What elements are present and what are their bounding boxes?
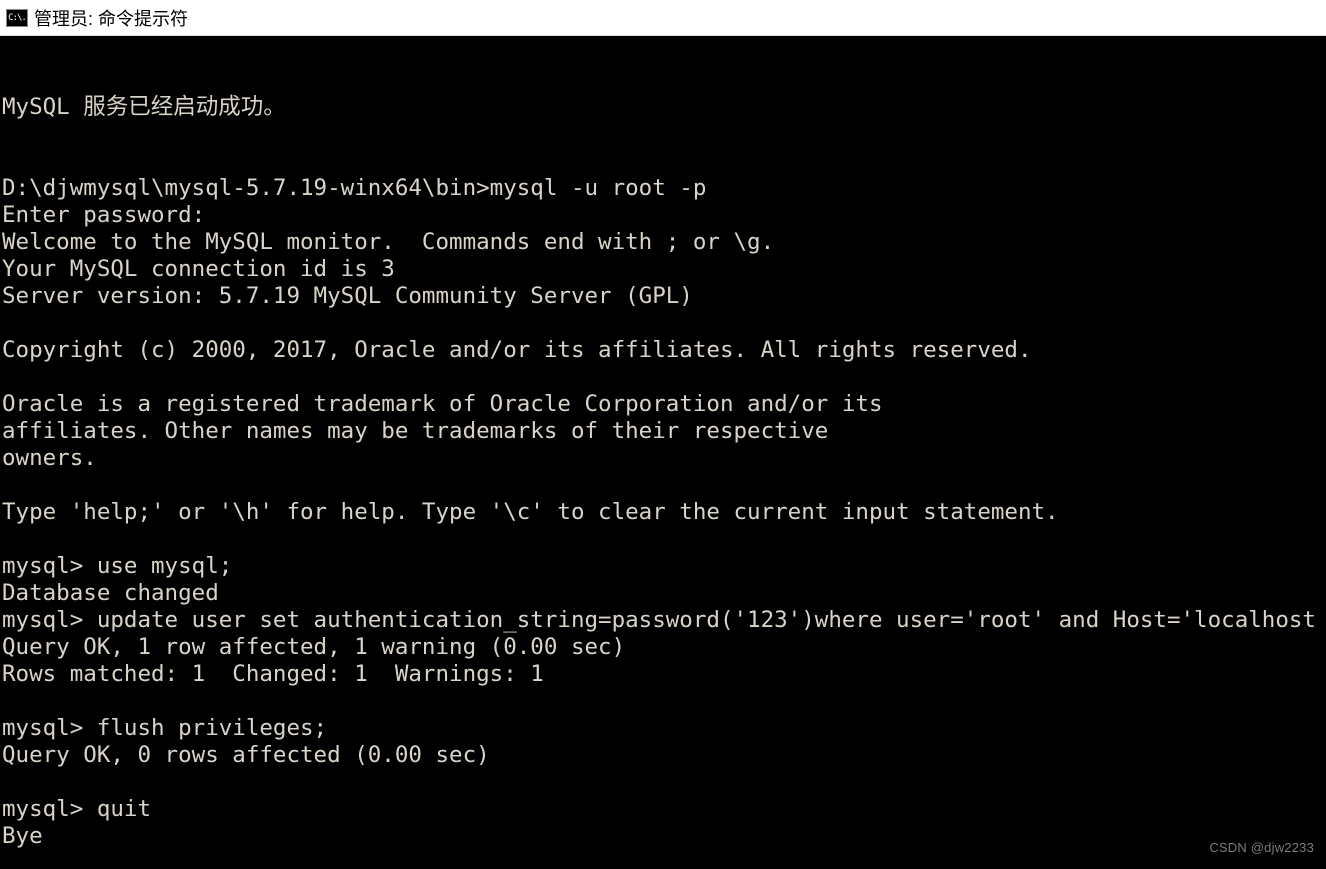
terminal-line: D:\djwmysql\mysql-5.7.19-winx64\bin>mysq…: [2, 175, 1326, 202]
window-title: 管理员: 命令提示符: [34, 5, 188, 31]
terminal-line: Query OK, 1 row affected, 1 warning (0.0…: [2, 634, 1326, 661]
terminal-line: mysql> quit: [2, 796, 1326, 823]
terminal-line: [2, 472, 1326, 499]
terminal-line: Database changed: [2, 580, 1326, 607]
terminal-line: [2, 769, 1326, 796]
terminal-line: Query OK, 0 rows affected (0.00 sec): [2, 742, 1326, 769]
terminal-line: [2, 310, 1326, 337]
terminal-line: Bye: [2, 823, 1326, 850]
terminal-line: Your MySQL connection id is 3: [2, 256, 1326, 283]
terminal-line: Copyright (c) 2000, 2017, Oracle and/or …: [2, 337, 1326, 364]
terminal-line: [2, 850, 1326, 869]
terminal-line: MySQL 服务已经启动成功。: [2, 94, 1326, 121]
watermark-text: CSDN @djw2233: [1209, 834, 1314, 861]
terminal-line: Welcome to the MySQL monitor. Commands e…: [2, 229, 1326, 256]
terminal-line: Enter password:: [2, 202, 1326, 229]
terminal-line: mysql> flush privileges;: [2, 715, 1326, 742]
terminal-area[interactable]: MySQL 服务已经启动成功。 D:\djwmysql\mysql-5.7.19…: [0, 36, 1326, 869]
terminal-line: Rows matched: 1 Changed: 1 Warnings: 1: [2, 661, 1326, 688]
terminal-line: Server version: 5.7.19 MySQL Community S…: [2, 283, 1326, 310]
terminal-line: [2, 526, 1326, 553]
window-titlebar[interactable]: C:\. 管理员: 命令提示符: [0, 0, 1326, 36]
cmd-icon: C:\.: [6, 9, 28, 27]
terminal-line: owners.: [2, 445, 1326, 472]
terminal-line: affiliates. Other names may be trademark…: [2, 418, 1326, 445]
terminal-line: mysql> update user set authentication_st…: [2, 607, 1326, 634]
terminal-line: [2, 688, 1326, 715]
terminal-line: [2, 121, 1326, 148]
terminal-line: mysql> use mysql;: [2, 553, 1326, 580]
terminal-output: MySQL 服务已经启动成功。 D:\djwmysql\mysql-5.7.19…: [2, 94, 1326, 869]
terminal-line: [2, 148, 1326, 175]
terminal-line: Oracle is a registered trademark of Orac…: [2, 391, 1326, 418]
terminal-line: Type 'help;' or '\h' for help. Type '\c'…: [2, 499, 1326, 526]
terminal-line: [2, 364, 1326, 391]
